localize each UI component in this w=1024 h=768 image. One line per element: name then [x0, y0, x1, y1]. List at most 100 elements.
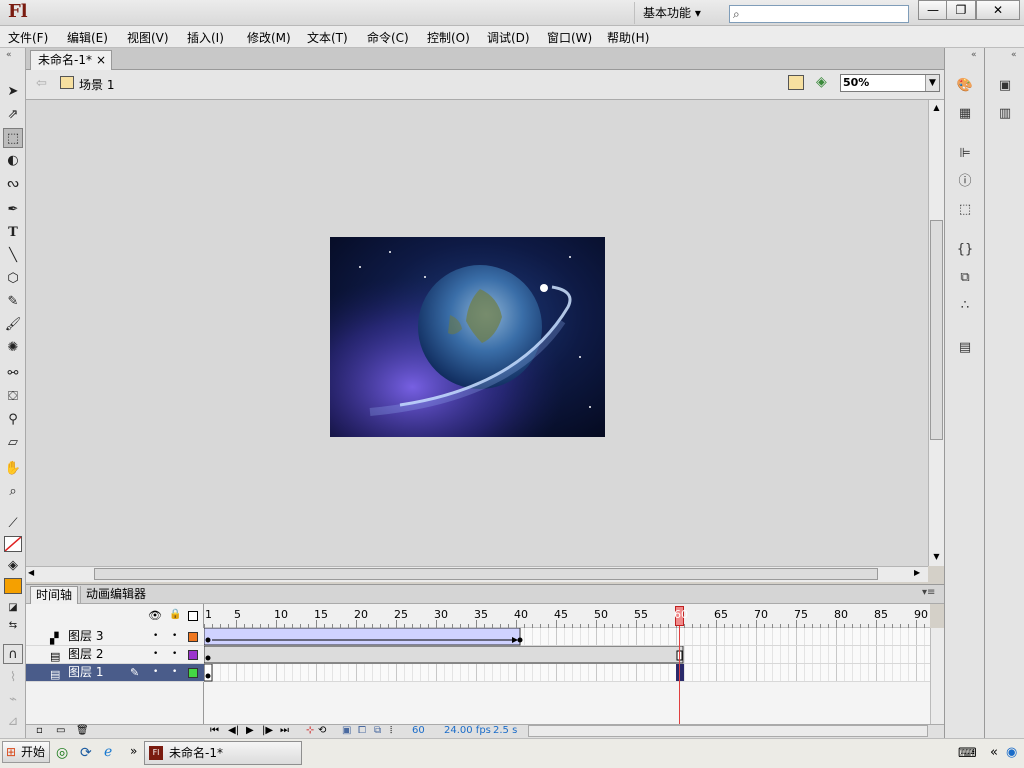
- earth-space-image[interactable]: [330, 237, 605, 437]
- collapse-panel-icon[interactable]: «: [971, 50, 977, 60]
- panel-menu-icon[interactable]: ▾≡: [922, 587, 935, 598]
- actions-panel-icon[interactable]: {}: [954, 240, 976, 260]
- close-tab-icon[interactable]: ×: [96, 51, 106, 70]
- current-frame[interactable]: 60: [412, 725, 425, 736]
- pen-tool-icon[interactable]: ✒: [3, 200, 23, 220]
- brush-tool-icon[interactable]: 🖌: [3, 315, 23, 335]
- scroll-up-icon[interactable]: ▲: [930, 101, 943, 114]
- chevron-down-icon[interactable]: ▼: [925, 75, 939, 91]
- layer-row[interactable]: ▞ 图层 3 • •: [26, 628, 204, 646]
- layer-row[interactable]: ▤ 图层 2 • •: [26, 646, 204, 664]
- stage-vertical-scrollbar[interactable]: ▲ ▼: [928, 100, 944, 566]
- play-icon[interactable]: ▶: [246, 725, 254, 736]
- menu-text[interactable]: 文本(T): [307, 29, 348, 46]
- hand-tool-icon[interactable]: ✋: [3, 459, 23, 479]
- timeline-horizontal-scrollbar[interactable]: [528, 725, 928, 737]
- straighten-icon[interactable]: ⌁: [3, 690, 23, 710]
- start-button[interactable]: ⊞ 开始: [2, 741, 50, 763]
- keyframe[interactable]: [205, 637, 211, 643]
- vertical-scroll-thumb[interactable]: [930, 220, 943, 440]
- keyframe[interactable]: [205, 655, 211, 661]
- menu-insert[interactable]: 插入(I): [187, 29, 224, 46]
- layer-name[interactable]: 图层 2: [68, 646, 103, 663]
- outline-color-swatch[interactable]: [188, 632, 198, 642]
- menu-help[interactable]: 帮助(H): [607, 29, 649, 46]
- project-panel-icon[interactable]: ▤: [954, 338, 976, 358]
- 3d-rotation-tool-icon[interactable]: ◐: [3, 151, 23, 171]
- tween-span[interactable]: [204, 628, 521, 646]
- layer-name[interactable]: 图层 3: [68, 628, 103, 645]
- quicklaunch-app-icon[interactable]: ⟳: [80, 745, 92, 761]
- fill-color-swatch[interactable]: [4, 578, 22, 594]
- lock-dot[interactable]: •: [172, 646, 177, 663]
- properties-panel-icon[interactable]: ▣: [994, 76, 1016, 96]
- step-forward-icon[interactable]: |▶: [262, 725, 273, 736]
- motion-presets-icon[interactable]: ∴: [954, 296, 976, 316]
- stage-horizontal-scrollbar[interactable]: ◀ ▶: [26, 566, 928, 582]
- go-last-frame-icon[interactable]: ⏭: [280, 725, 289, 736]
- menu-edit[interactable]: 编辑(E): [67, 29, 108, 46]
- more-quicklaunch-icon[interactable]: »: [130, 744, 137, 758]
- layer-name[interactable]: 图层 1: [68, 664, 103, 681]
- frames-layer-3[interactable]: [204, 628, 930, 646]
- collapse-icon[interactable]: «: [6, 50, 12, 60]
- menu-modify[interactable]: 修改(M): [247, 29, 291, 46]
- frames-layer-1[interactable]: [204, 664, 930, 682]
- frame-ruler[interactable]: 1 5 10 15 20 25 30 35 40 45 50 55 60 65 …: [204, 604, 930, 628]
- layer-row-selected[interactable]: ▤ 图层 1 ✎ • •: [26, 664, 204, 682]
- lock-icon[interactable]: 🔒: [169, 609, 181, 620]
- menu-commands[interactable]: 命令(C): [367, 29, 409, 46]
- keyframe[interactable]: [205, 673, 211, 679]
- eraser-tool-icon[interactable]: ▱: [3, 433, 23, 453]
- menu-view[interactable]: 视图(V): [127, 29, 169, 46]
- lock-dot[interactable]: •: [172, 628, 177, 645]
- frame-span[interactable]: [204, 646, 684, 664]
- bone-tool-icon[interactable]: ⚯: [3, 364, 23, 384]
- tab-timeline[interactable]: 时间轴: [30, 586, 79, 604]
- swap-colors-icon[interactable]: ⇆: [3, 616, 23, 636]
- scroll-down-icon[interactable]: ▼: [930, 550, 943, 563]
- ie-icon[interactable]: ℯ: [104, 744, 112, 760]
- keyboard-icon[interactable]: ⌨: [958, 746, 977, 761]
- minimize-button[interactable]: —: [918, 0, 948, 20]
- eye-icon[interactable]: 👁: [148, 609, 162, 622]
- visibility-dot[interactable]: •: [153, 646, 158, 663]
- lasso-tool-icon[interactable]: ᔓ: [3, 174, 23, 194]
- search-input[interactable]: ⌕: [729, 5, 909, 23]
- free-transform-tool-icon[interactable]: ⬚: [3, 128, 23, 148]
- lock-dot[interactable]: •: [172, 664, 177, 681]
- smooth-icon[interactable]: ⌇: [3, 668, 23, 688]
- step-back-icon[interactable]: ◀|: [228, 725, 239, 736]
- horizontal-scroll-thumb[interactable]: [94, 568, 878, 580]
- stroke-color-swatch[interactable]: [4, 536, 22, 552]
- outline-icon[interactable]: [188, 611, 198, 621]
- frames-layer-2[interactable]: [204, 646, 930, 664]
- zoom-select[interactable]: 50% ▼: [840, 74, 940, 92]
- outline-color-swatch[interactable]: [188, 650, 198, 660]
- center-frame-icon[interactable]: ⊹: [306, 725, 314, 736]
- onion-markers-icon[interactable]: ⦙: [390, 725, 392, 736]
- selection-tool-icon[interactable]: ➤: [3, 82, 23, 102]
- deco-tool-icon[interactable]: ✺: [3, 338, 23, 358]
- stroke-color-icon[interactable]: ⟋: [3, 514, 23, 534]
- menu-file[interactable]: 文件(F): [8, 29, 48, 46]
- visibility-dot[interactable]: •: [153, 628, 158, 645]
- collapse-panel-icon[interactable]: «: [1011, 50, 1017, 60]
- black-white-icon[interactable]: ◪: [3, 598, 23, 618]
- info-panel-icon[interactable]: ⓘ: [954, 172, 976, 192]
- align-panel-icon[interactable]: ⊫: [954, 144, 976, 164]
- library-panel-icon[interactable]: ▥: [994, 104, 1016, 124]
- delete-layer-icon[interactable]: 🗑: [76, 725, 89, 736]
- workspace-switcher[interactable]: 基本功能 ▾: [634, 2, 714, 24]
- zoom-tool-icon[interactable]: ⌕: [3, 482, 23, 502]
- edit-scene-icon[interactable]: [788, 75, 804, 90]
- new-layer-icon[interactable]: ▫: [36, 725, 43, 736]
- restore-button[interactable]: ❐: [946, 0, 976, 20]
- polystar-tool-icon[interactable]: ⬡: [3, 269, 23, 289]
- text-tool-icon[interactable]: T: [3, 223, 23, 243]
- scroll-left-icon[interactable]: ◀: [28, 568, 34, 577]
- outline-color-swatch[interactable]: [188, 668, 198, 678]
- loop-icon[interactable]: ⟲: [318, 725, 326, 736]
- pencil-tool-icon[interactable]: ✎: [3, 292, 23, 312]
- selected-frame[interactable]: [676, 664, 684, 681]
